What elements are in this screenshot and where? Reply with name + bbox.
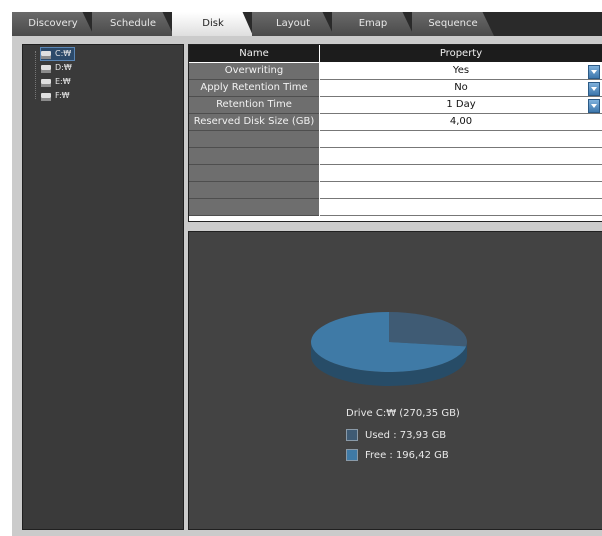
tab-schedule[interactable]: Schedule: [92, 12, 174, 36]
drive-label: C:₩: [55, 49, 72, 58]
pie-chart: [311, 312, 467, 386]
property-value-cell: [320, 148, 602, 165]
retention-time-select[interactable]: 1 Day: [320, 97, 602, 114]
property-value-cell: [320, 165, 602, 182]
drive-item-d[interactable]: D:₩: [41, 62, 75, 74]
tab-layout[interactable]: Layout: [252, 12, 334, 36]
dropdown-arrow-icon[interactable]: [588, 65, 600, 79]
property-value-cell: [320, 131, 602, 148]
hard-drive-icon: [41, 92, 51, 101]
drive-label: F:₩: [55, 91, 70, 100]
dropdown-arrow-icon[interactable]: [588, 99, 600, 113]
drive-label: E:₩: [55, 77, 71, 86]
apply-retention-select[interactable]: No: [320, 80, 602, 97]
property-value: No: [454, 82, 468, 93]
disk-usage-chart: Drive C:₩ (270,35 GB) Used : 73,93 GB Fr…: [188, 231, 602, 530]
property-value: 1 Day: [446, 99, 476, 110]
grid-row-retention-time: Retention Time 1 Day: [189, 97, 602, 114]
legend-label-used: Used : 73,93 GB: [365, 429, 447, 441]
property-value: 4,00: [449, 116, 473, 127]
disk-settings-frame: C:₩ D:₩ E:₩ F:₩ Name Property Overwritin…: [12, 36, 602, 536]
tab-sequence[interactable]: Sequence: [412, 12, 494, 36]
property-name: [189, 182, 319, 199]
grid-row-apply-retention: Apply Retention Time No: [189, 80, 602, 97]
legend-label-free: Free : 196,42 GB: [365, 449, 449, 461]
property-name: [189, 165, 319, 182]
property-value-cell: [320, 182, 602, 199]
legend-item-used: Used : 73,93 GB: [346, 429, 446, 441]
property-name: Overwriting: [189, 63, 319, 80]
property-grid: Name Property Overwriting Yes Apply Rete…: [188, 44, 602, 222]
column-header-property: Property: [320, 45, 602, 62]
hard-drive-icon: [41, 50, 51, 59]
tab-disk[interactable]: Disk: [172, 12, 254, 38]
tab-emap[interactable]: Emap: [332, 12, 414, 36]
drive-tree: C:₩ D:₩ E:₩ F:₩: [22, 44, 184, 530]
grid-row-empty: [189, 199, 602, 216]
grid-row-empty: [189, 165, 602, 182]
property-value: Yes: [452, 65, 470, 76]
hard-drive-icon: [41, 64, 51, 73]
overwriting-select[interactable]: Yes: [320, 63, 602, 80]
legend-item-free: Free : 196,42 GB: [346, 449, 449, 461]
drive-item-e[interactable]: E:₩: [41, 76, 74, 88]
hard-drive-icon: [41, 78, 51, 87]
drive-item-f[interactable]: F:₩: [41, 90, 73, 102]
grid-row-overwriting: Overwriting Yes: [189, 63, 602, 80]
property-name: [189, 148, 319, 165]
grid-row-empty: [189, 182, 602, 199]
drive-item-c[interactable]: C:₩: [39, 47, 76, 61]
tab-bar: Discovery Schedule Disk Layout Emap Sequ…: [12, 12, 602, 38]
column-header-name: Name: [189, 45, 319, 62]
property-value-cell: [320, 199, 602, 216]
tree-connector: [35, 51, 37, 99]
dropdown-arrow-icon[interactable]: [588, 82, 600, 96]
chart-title: Drive C:₩ (270,35 GB): [346, 408, 460, 419]
legend-swatch-used: [346, 429, 358, 441]
grid-row-reserved-size: Reserved Disk Size (GB) 4,00: [189, 114, 602, 131]
property-name: Apply Retention Time: [189, 80, 319, 97]
pie-slice-used: [389, 312, 467, 347]
grid-row-empty: [189, 131, 602, 148]
reserved-size-input[interactable]: 4,00: [320, 114, 602, 131]
property-name: Retention Time: [189, 97, 319, 114]
drive-label: D:₩: [55, 63, 72, 72]
tab-discovery[interactable]: Discovery: [12, 12, 94, 36]
legend-swatch-free: [346, 449, 358, 461]
grid-row-empty: [189, 148, 602, 165]
property-name: [189, 199, 319, 216]
property-name: [189, 131, 319, 148]
property-name: Reserved Disk Size (GB): [189, 114, 319, 131]
